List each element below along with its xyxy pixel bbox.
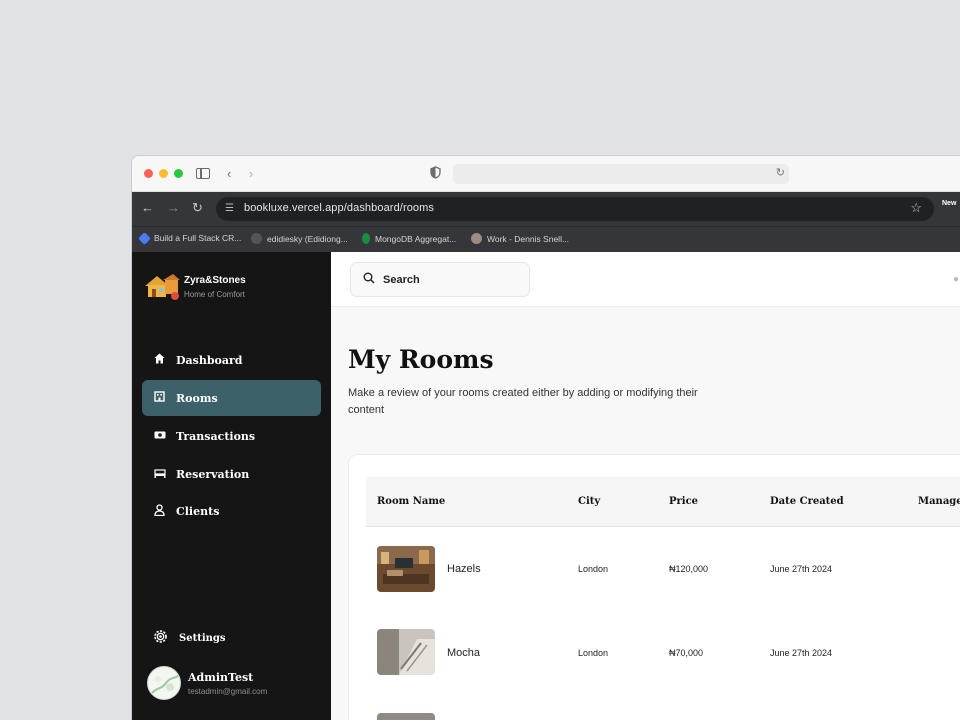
- home-icon: [153, 353, 166, 367]
- room-date-created: June 27th 2024: [770, 564, 833, 574]
- bookmarks-bar: Build a Full Stack CR... edidiesky (Edid…: [132, 226, 960, 252]
- bookmark-label: MongoDB Aggregat...: [375, 233, 457, 244]
- table-header: Room Name City Price Date Created Manage: [366, 477, 960, 527]
- search-box[interactable]: [350, 262, 530, 297]
- top-bar: ●: [331, 252, 960, 307]
- room-thumbnail: [377, 629, 435, 675]
- bookmark-item[interactable]: MongoDB Aggregat...: [362, 233, 456, 244]
- sidebar-item-label: Dashboard: [176, 353, 243, 367]
- safari-toolbar: ‹ › ↻: [132, 156, 960, 192]
- avatar[interactable]: [147, 666, 181, 700]
- sidebar-item-settings[interactable]: Settings: [152, 628, 226, 649]
- bed-icon: [153, 468, 166, 481]
- back-chevron-icon[interactable]: ‹: [227, 166, 231, 182]
- mongodb-leaf-icon: [362, 233, 370, 244]
- gear-icon: [152, 628, 169, 649]
- safari-address-bar[interactable]: ↻: [453, 164, 789, 184]
- search-icon: [363, 272, 375, 287]
- settings-label: Settings: [179, 633, 226, 644]
- back-arrow-icon[interactable]: ←: [141, 200, 154, 215]
- sidebar-item-reservation[interactable]: Reservation: [142, 456, 321, 492]
- sidebar-item-label: Rooms: [176, 391, 218, 405]
- brand-tagline: Home of Comfort: [184, 290, 245, 299]
- omnibox[interactable]: ☰ bookluxe.vercel.app/dashboard/rooms ☆: [216, 197, 934, 221]
- cash-icon: [153, 430, 166, 443]
- bookmark-label: edidiesky (Edidiong...: [267, 233, 348, 244]
- room-name: Hazels: [447, 563, 481, 575]
- bookmark-label: Build a Full Stack CR...: [154, 233, 242, 243]
- column-header-price[interactable]: Price: [669, 496, 698, 507]
- bookmark-star-icon[interactable]: ☆: [910, 200, 922, 216]
- room-thumbnail: [377, 546, 435, 592]
- room-price: ₦70,000: [669, 648, 704, 658]
- sidebar-item-label: Clients: [176, 504, 220, 518]
- forward-arrow-icon[interactable]: →: [167, 200, 180, 215]
- room-city: London: [578, 648, 609, 658]
- chrome-toolbar: ← → ↻ ☰ bookluxe.vercel.app/dashboard/ro…: [132, 192, 960, 226]
- github-icon: [251, 233, 262, 244]
- sidebar: Zyra&Stones Home of Comfort Dashboard Ro…: [132, 252, 331, 720]
- room-date-created: June 27th 2024: [770, 648, 833, 658]
- browser-window: ‹ › ↻ ← → ↻ ☰ bookluxe.vercel.app/dashbo…: [131, 155, 960, 720]
- table-row[interactable]: Hazels London ₦120,000 June 27th 2024: [366, 527, 960, 607]
- sidebar-item-label: Reservation: [176, 467, 250, 481]
- forward-chevron-icon[interactable]: ›: [249, 166, 253, 182]
- user-icon: [153, 503, 166, 519]
- extension-new-label[interactable]: New: [942, 200, 956, 207]
- room-thumbnail: [377, 713, 435, 720]
- user-email: testadmin@gmail.com: [188, 687, 268, 696]
- shield-icon[interactable]: [430, 166, 441, 183]
- url-text: bookluxe.vercel.app/dashboard/rooms: [244, 202, 435, 214]
- app: Zyra&Stones Home of Comfort Dashboard Ro…: [132, 252, 960, 720]
- column-header-manage[interactable]: Manage: [918, 496, 960, 507]
- building-icon: [153, 391, 166, 405]
- main-content: ● My Rooms Make a review of your rooms c…: [331, 252, 960, 720]
- page-description: Make a review of your rooms created eith…: [348, 387, 698, 416]
- table-row[interactable]: Mocha London ₦70,000 June 27th 2024: [366, 607, 960, 687]
- notification-icon[interactable]: ●: [953, 274, 959, 285]
- room-city: London: [578, 564, 609, 574]
- sidebar-toggle-icon[interactable]: [196, 168, 210, 179]
- house-logo-icon: [145, 274, 180, 300]
- bookmark-favicon-icon: [138, 231, 151, 245]
- search-input[interactable]: [383, 273, 513, 286]
- bookmark-item[interactable]: Work - Dennis Snell...: [471, 233, 569, 244]
- window-controls: [144, 169, 183, 178]
- rooms-table: Room Name City Price Date Created Manage…: [348, 454, 960, 720]
- column-header-date-created[interactable]: Date Created: [770, 496, 844, 507]
- sidebar-item-label: Transactions: [176, 429, 256, 443]
- bookmark-item[interactable]: edidiesky (Edidiong...: [251, 233, 348, 244]
- user-name: AdminTest: [188, 671, 254, 684]
- reload-icon[interactable]: ↻: [776, 166, 785, 179]
- sidebar-item-clients[interactable]: Clients: [142, 493, 321, 529]
- bookmark-item[interactable]: Build a Full Stack CR...: [138, 231, 242, 245]
- close-window-button[interactable]: [144, 169, 153, 178]
- zoom-window-button[interactable]: [174, 169, 183, 178]
- brand-name: Zyra&Stones: [184, 275, 246, 286]
- sidebar-item-transactions[interactable]: Transactions: [142, 418, 321, 454]
- room-price: ₦120,000: [669, 564, 709, 574]
- bookmark-label: Work - Dennis Snell...: [487, 233, 570, 244]
- page-title: My Rooms: [348, 345, 494, 374]
- minimize-window-button[interactable]: [159, 169, 168, 178]
- sidebar-item-rooms[interactable]: Rooms: [142, 380, 321, 416]
- room-name: Mocha: [447, 647, 481, 659]
- column-header-city[interactable]: City: [578, 496, 600, 507]
- site-settings-icon[interactable]: ☰: [225, 203, 234, 214]
- column-header-room-name[interactable]: Room Name: [377, 496, 445, 507]
- sidebar-item-dashboard[interactable]: Dashboard: [142, 342, 321, 378]
- refresh-icon[interactable]: ↻: [192, 200, 203, 216]
- profile-favicon-icon: [471, 233, 482, 244]
